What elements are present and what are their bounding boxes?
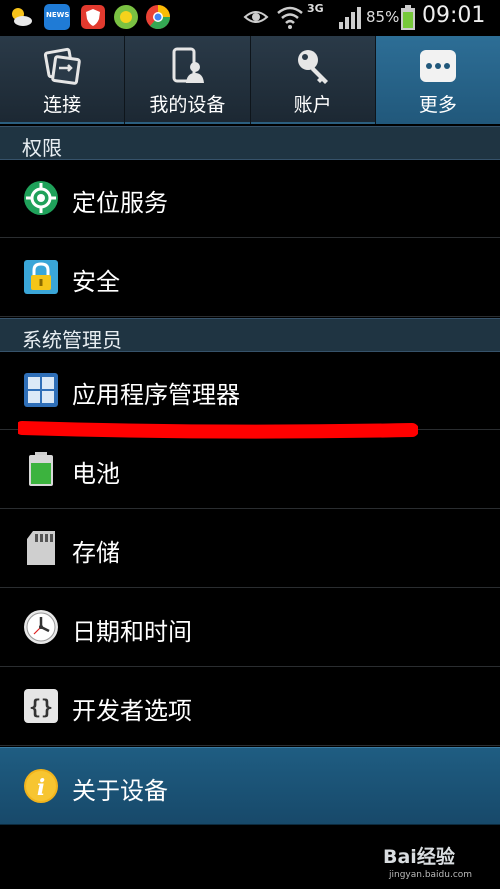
network-type: 3G	[307, 2, 324, 15]
eye-icon	[243, 11, 269, 23]
info-icon: i	[24, 769, 58, 803]
my-device-icon	[172, 47, 205, 83]
list-item-battery[interactable]: 电池	[0, 431, 500, 509]
battery-icon	[29, 452, 53, 486]
clock: 09:01	[422, 3, 486, 28]
signal-icon	[339, 7, 361, 29]
lock-icon	[24, 260, 58, 294]
game-app-icon	[114, 5, 138, 29]
item-label: 存储	[72, 539, 120, 567]
apps-grid-icon	[24, 373, 58, 407]
section-title: 系统管理员	[22, 328, 122, 352]
wifi-icon	[277, 6, 303, 29]
browser-icon	[146, 5, 171, 30]
item-label: 应用程序管理器	[72, 381, 240, 409]
section-title: 权限	[22, 136, 62, 160]
item-label: 定位服务	[72, 189, 168, 217]
item-label: 电池	[72, 460, 120, 488]
tab-connections[interactable]: 连接	[0, 36, 126, 124]
tab-my-device[interactable]: 我的设备	[125, 36, 251, 124]
svg-text:{}: {}	[29, 695, 53, 719]
watermark-url: jingyan.baidu.com	[389, 870, 473, 880]
tab-label: 账户	[293, 94, 332, 116]
tab-more[interactable]: 更多	[375, 36, 500, 124]
list-item-developer-options[interactable]: {} 开发者选项	[0, 668, 500, 746]
key-icon	[297, 50, 328, 84]
tab-label: 更多	[418, 94, 457, 116]
item-label: 开发者选项	[72, 697, 192, 725]
baidu-jingyan-watermark: Bai经验 jingyan.baidu.com	[383, 836, 493, 886]
shield-app-icon	[81, 5, 105, 29]
sd-card-icon	[27, 531, 55, 565]
battery-percent: 85%	[366, 8, 400, 26]
watermark-brand: Bai经验	[383, 846, 455, 868]
list-item-security[interactable]: 安全	[0, 239, 500, 317]
section-header-permissions: 权限	[0, 126, 500, 160]
status-bar: NEWS 3G 85% 09:01	[0, 0, 500, 36]
more-icon	[419, 50, 456, 82]
settings-tab-bar: 连接 我的设备 账户 更多	[0, 36, 500, 124]
list-item-date-time[interactable]: 日期和时间	[0, 589, 500, 667]
news-icon: NEWS	[44, 4, 70, 30]
section-header-system-admin: 系统管理员	[0, 318, 500, 352]
tab-label: 连接	[43, 94, 82, 116]
tab-label: 我的设备	[149, 94, 226, 116]
list-item-storage[interactable]: 存储	[0, 510, 500, 588]
connections-icon	[44, 47, 81, 85]
svg-text:i: i	[37, 775, 45, 801]
battery-status-icon	[401, 5, 415, 30]
tab-accounts[interactable]: 账户	[251, 36, 376, 124]
braces-icon: {}	[24, 689, 58, 723]
item-label: 日期和时间	[72, 618, 192, 646]
weather-icon	[12, 8, 32, 26]
list-item-location-services[interactable]: 定位服务	[0, 160, 500, 238]
list-item-about-device[interactable]: i 关于设备	[0, 747, 500, 825]
clock-icon	[24, 610, 58, 644]
location-icon	[24, 181, 58, 215]
item-label: 安全	[72, 268, 120, 296]
item-label: 关于设备	[72, 777, 168, 805]
